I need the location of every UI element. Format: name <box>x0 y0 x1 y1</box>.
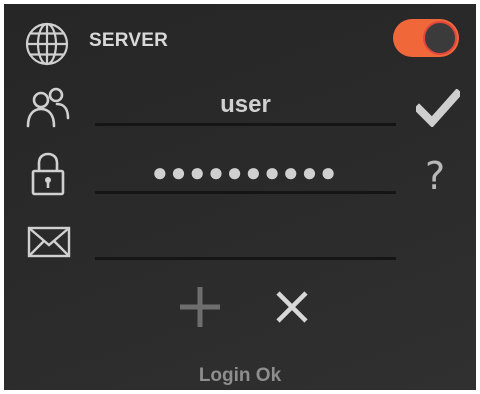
close-icon[interactable] <box>275 290 309 324</box>
lock-icon <box>30 151 66 197</box>
plus-icon[interactable] <box>178 285 222 329</box>
server-toggle[interactable] <box>393 19 459 57</box>
checkmark-icon[interactable] <box>416 89 460 127</box>
users-icon <box>24 86 72 130</box>
status-text: Login Ok <box>198 365 282 386</box>
help-question-icon[interactable]: ? <box>425 154 445 198</box>
email-input[interactable] <box>95 220 396 260</box>
globe-icon <box>24 21 70 67</box>
envelope-icon <box>27 226 71 258</box>
login-panel: SERVER ? <box>4 4 476 390</box>
password-input[interactable] <box>95 154 396 194</box>
toggle-knob <box>423 21 457 55</box>
server-label: SERVER <box>89 30 168 51</box>
username-input[interactable] <box>95 86 396 126</box>
